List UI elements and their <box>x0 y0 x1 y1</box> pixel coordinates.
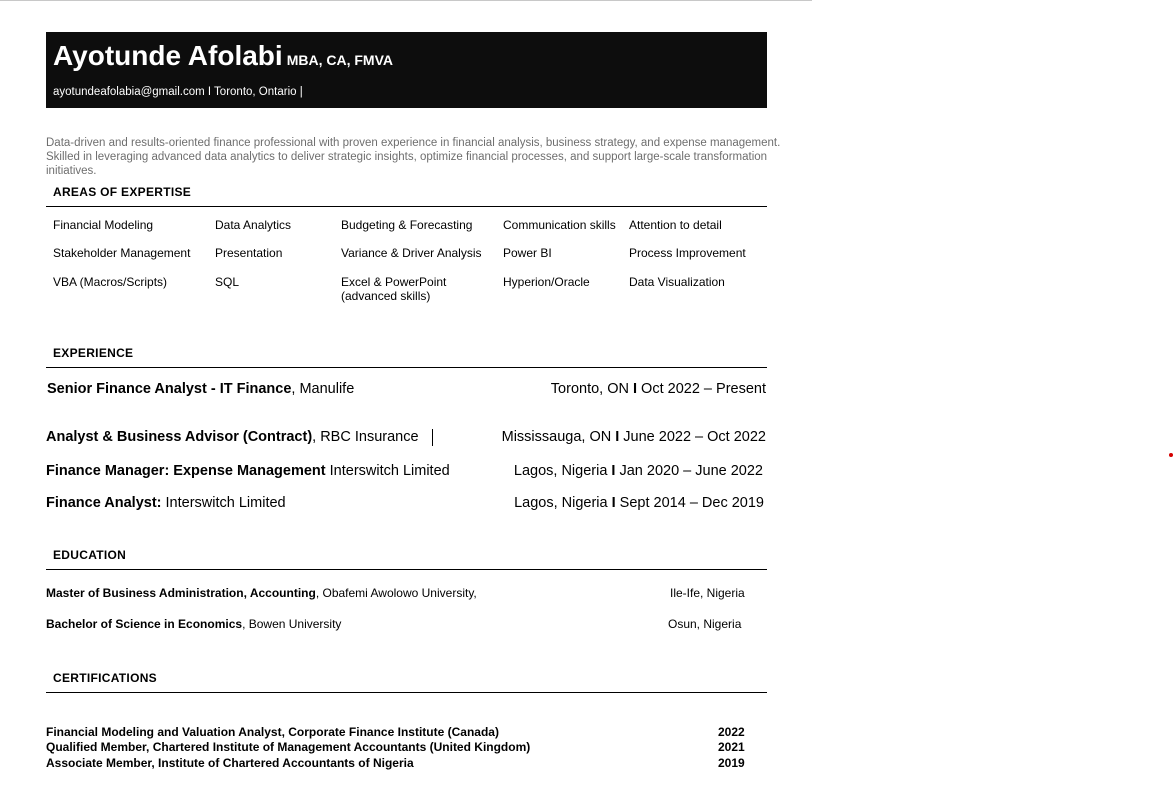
job-location-dates: Lagos, Nigeria I Jan 2020 – June 2022 <box>514 463 763 479</box>
certifications-divider <box>46 692 767 693</box>
skill-item: Excel & PowerPoint (advanced skills) <box>341 275 447 303</box>
candidate-name: Ayotunde Afolabi <box>53 40 283 71</box>
certification-year: 2019 <box>718 756 745 770</box>
skill-item: Hyperion/Oracle <box>503 275 590 289</box>
certification-name: Associate Member, Institute of Chartered… <box>46 756 414 770</box>
expertise-title: AREAS OF EXPERTISE <box>53 185 192 199</box>
skill-item: Financial Modeling <box>53 218 154 232</box>
education-title: EDUCATION <box>53 548 127 562</box>
experience-title: EXPERIENCE <box>53 346 134 360</box>
certifications-title: CERTIFICATIONS <box>53 671 157 685</box>
degree: Master of Business Administration, Accou… <box>46 586 316 600</box>
education-location: Osun, Nigeria <box>668 617 742 631</box>
experience-divider <box>46 367 767 368</box>
candidate-credentials: MBA, CA, FMVA <box>286 52 393 68</box>
skill-item: Data Analytics <box>215 218 292 232</box>
job-location: Lagos, Nigeria <box>514 495 612 511</box>
text-cursor <box>432 429 433 446</box>
job-company: , Manulife <box>291 381 355 397</box>
job-dates: June 2022 – Oct 2022 <box>619 429 766 445</box>
job-location-dates: Toronto, ON I Oct 2022 – Present <box>551 381 766 397</box>
job-role: Analyst & Business Advisor (Contract) <box>46 429 313 445</box>
education-entry: Bachelor of Science in Economics, Bowen … <box>46 617 341 631</box>
job-location-dates: Lagos, Nigeria I Sept 2014 – Dec 2019 <box>514 495 764 511</box>
resume-header: Ayotunde Afolabi MBA, CA, FMVA ayotundeaf… <box>46 32 767 108</box>
education-location: Ile-Ife, Nigeria <box>670 586 745 600</box>
job-company: , RBC Insurance <box>312 429 419 445</box>
job-role: Senior Finance Analyst - IT Finance <box>47 381 292 397</box>
job-dates: Sept 2014 – Dec 2019 <box>615 495 764 511</box>
skill-item: Attention to detail <box>629 218 722 232</box>
skill-item: Presentation <box>215 246 283 260</box>
certification-year: 2022 <box>718 725 745 739</box>
job-location: Lagos, Nigeria <box>513 463 612 479</box>
contact-info: ayotundeafolabia@gmail.com I Toronto, On… <box>53 86 303 98</box>
job-dates: Oct 2022 – Present <box>637 381 766 397</box>
name-line: Ayotunde Afolabi MBA, CA, FMVA <box>53 40 393 72</box>
job-company: Interswitch Limited <box>325 463 450 479</box>
skill-item: Stakeholder Management <box>53 246 191 260</box>
job-role: Finance Manager: Expense Management <box>46 463 326 479</box>
job-title-line: Finance Analyst: Interswitch Limited <box>46 495 286 511</box>
degree: Bachelor of Science in Economics <box>46 617 243 631</box>
skill-item: Process Improvement <box>629 246 746 260</box>
certification-year: 2021 <box>718 740 745 754</box>
job-company: Interswitch Limited <box>161 495 286 511</box>
skill-item: Data Visualization <box>629 275 725 289</box>
profile-summary: Data-driven and results-oriented finance… <box>46 137 781 177</box>
red-marker <box>1169 453 1173 457</box>
expertise-divider <box>46 206 767 207</box>
skill-item: Budgeting & Forecasting <box>341 218 473 232</box>
skill-item: SQL <box>215 275 240 289</box>
school: , Obafemi Awolowo University, <box>315 586 477 600</box>
skill-item: Variance & Driver Analysis <box>341 246 482 260</box>
skill-item: VBA (Macros/Scripts) <box>53 275 168 289</box>
education-entry: Master of Business Administration, Accou… <box>46 586 477 600</box>
job-location: Toronto, ON <box>550 381 633 397</box>
certification-name: Qualified Member, Chartered Institute of… <box>46 740 531 754</box>
certification-name: Financial Modeling and Valuation Analyst… <box>46 725 499 739</box>
education-divider <box>46 569 767 570</box>
job-title-line: Finance Manager: Expense Management Inte… <box>46 463 450 479</box>
job-title-line: Senior Finance Analyst - IT Finance, Man… <box>47 381 354 397</box>
job-dates: Jan 2020 – June 2022 <box>615 463 763 479</box>
top-border <box>0 0 812 1</box>
job-location-dates: Mississauga, ON I June 2022 – Oct 2022 <box>502 429 766 445</box>
job-location: Mississauga, ON <box>501 429 616 445</box>
job-role: Finance Analyst: <box>46 495 162 511</box>
skill-item: Communication skills <box>503 218 616 232</box>
school: , Bowen University <box>242 617 342 631</box>
skill-item: Power BI <box>503 246 552 260</box>
job-title-line: Analyst & Business Advisor (Contract), R… <box>46 429 419 445</box>
